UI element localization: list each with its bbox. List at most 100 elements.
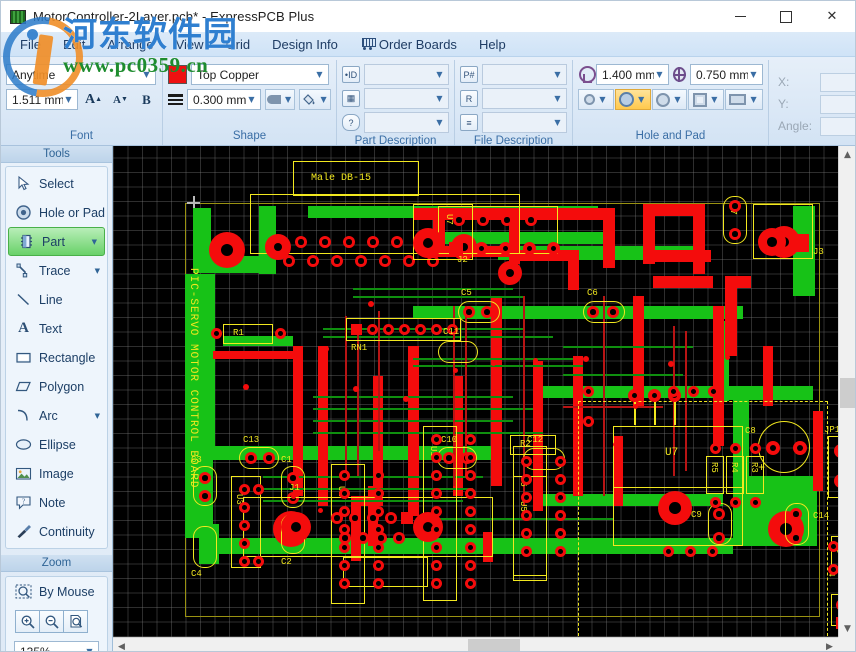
sidebar-item-hole-or-pad[interactable]: Hole or Pad	[6, 198, 107, 227]
large-round-pad-button[interactable]: ▼	[651, 89, 688, 110]
font-grow-button[interactable]: A ▲	[82, 89, 105, 110]
maximize-button[interactable]	[763, 1, 809, 32]
line-width-value: 0.300 mm	[192, 92, 246, 107]
font-size-combo[interactable]: 1.511 mm ▼	[6, 89, 78, 110]
sidebar-item-ellipse[interactable]: Ellipse	[6, 430, 107, 459]
pcb-canvas[interactable]: Male DB-15 PIC-SERVO MOTOR CONTROL BOARD	[113, 146, 838, 637]
sidebar-item-part[interactable]: Part ▼	[8, 227, 105, 256]
y-field[interactable]	[820, 94, 855, 114]
zoom-panel: By Mouse 135% ▼	[5, 576, 108, 651]
minimize-button[interactable]	[717, 1, 763, 32]
vertical-scrollbar-thumb[interactable]	[840, 378, 855, 408]
designator-C11: C11	[443, 327, 460, 337]
chevron-down-icon[interactable]: ▼	[95, 267, 100, 275]
sidebar-item-image[interactable]: Image	[6, 459, 107, 488]
silk-box-U4	[513, 476, 547, 576]
ribbon-group-title: File Description	[473, 135, 554, 147]
x-field[interactable]	[820, 72, 855, 92]
chevron-down-icon: ▼	[554, 117, 561, 127]
menu-item-design-info[interactable]: Design Info	[261, 32, 349, 57]
zoom-fit-button[interactable]	[63, 610, 88, 633]
zoom-level-combo[interactable]: 135% ▼	[14, 641, 99, 651]
menu-item-order-boards[interactable]: Order Boards	[349, 32, 468, 57]
menu-item-edit[interactable]: Edit	[52, 32, 96, 57]
file-revision-combo[interactable]: ▼	[482, 88, 567, 109]
vertical-scrollbar[interactable]: ▲ ▼	[838, 146, 855, 637]
tools-list: Select Hole or Pad Part ▼ Trace ▼ Line A…	[5, 166, 108, 549]
scroll-right-arrow[interactable]: ▶	[821, 638, 838, 652]
font-shrink-button[interactable]: A ▼	[109, 89, 132, 110]
font-size-value: 1.511 mm	[12, 92, 63, 107]
y-label: Y:	[778, 97, 789, 111]
menu-bar: File Edit Arrange View Grid Design Info …	[1, 32, 855, 57]
font-grow-label: A	[84, 91, 96, 107]
part-id-icon: •ID	[342, 66, 360, 83]
small-round-pad-button[interactable]: ▼	[578, 89, 614, 110]
hole-size-value: 0.750 mm	[696, 67, 748, 82]
chevron-down-icon: ▼	[320, 94, 327, 104]
hole-size-icon	[672, 67, 687, 82]
sidebar-item-rectangle[interactable]: Rectangle	[6, 343, 107, 372]
silk-box-C11	[438, 341, 478, 363]
part-id-combo[interactable]: ▼	[364, 64, 449, 85]
sidebar-item-label: Rectangle	[39, 350, 96, 365]
sidebar-item-line[interactable]: Line	[6, 285, 107, 314]
font-style-combo[interactable]: Anytime ▼	[6, 64, 156, 85]
sidebar-item-polygon[interactable]: Polygon	[6, 372, 107, 401]
pad-size-combo[interactable]: 1.400 mm ▼	[595, 64, 669, 85]
menu-item-help[interactable]: Help	[468, 32, 517, 57]
menu-item-file[interactable]: File	[9, 32, 52, 57]
zoom-out-button[interactable]	[39, 610, 64, 633]
file-partnumber-combo[interactable]: ▼	[482, 64, 567, 85]
chevron-down-icon: ▼	[638, 94, 645, 104]
sidebar-item-text[interactable]: A Text	[6, 314, 107, 343]
expresspcb-window: MotorController-2Layer.pcb* - ExpressPCB…	[0, 0, 856, 652]
sidebar-item-select[interactable]: Select	[6, 169, 107, 198]
part-number-combo[interactable]: ▼	[364, 88, 449, 109]
round-pad-button[interactable]: ▼	[614, 89, 651, 110]
line-end-style-button[interactable]: ▼	[264, 89, 296, 110]
sidebar-item-label: Ellipse	[39, 437, 76, 452]
sidebar-item-note[interactable]: ? Note	[6, 488, 107, 517]
chevron-down-icon: ▼	[436, 93, 443, 103]
zoom-by-mouse-button[interactable]: By Mouse	[6, 577, 107, 606]
horizontal-scrollbar[interactable]: ◀ ▶	[113, 637, 838, 652]
menu-item-view[interactable]: View	[165, 32, 215, 57]
rectangular-pad-button[interactable]: ▼	[725, 89, 763, 110]
designator-C1: C1	[281, 455, 292, 465]
scroll-left-arrow[interactable]: ◀	[113, 638, 130, 652]
sidebar-item-arc[interactable]: Arc ▼	[6, 401, 107, 430]
designator-J1: J1	[289, 483, 300, 493]
file-partnumber-icon: P#	[460, 66, 478, 83]
file-list-combo[interactable]: ▼	[482, 112, 567, 133]
menu-item-grid[interactable]: Grid	[215, 32, 262, 57]
layer-combo[interactable]: Top Copper ▼	[191, 64, 329, 85]
hole-size-combo[interactable]: 0.750 mm ▼	[690, 64, 763, 85]
line-width-combo[interactable]: 0.300 mm ▼	[186, 89, 261, 110]
close-button[interactable]: ✕	[809, 1, 855, 32]
font-bold-label: B	[142, 91, 151, 107]
angle-label: Angle:	[778, 119, 813, 133]
silk-box-R2	[510, 435, 556, 455]
menu-item-arrange[interactable]: Arrange	[96, 32, 164, 57]
chevron-down-icon[interactable]: ▼	[92, 238, 97, 246]
shopping-cart-icon	[360, 38, 376, 50]
title-bar: MotorController-2Layer.pcb* - ExpressPCB…	[1, 1, 855, 32]
ribbon-group-hole-and-pad: 1.400 mm ▼ 0.750 mm ▼ ▼ ▼ ▼ ▼ ▼ Hole and…	[573, 60, 769, 145]
sidebar-item-trace[interactable]: Trace ▼	[6, 256, 107, 285]
square-pad-button[interactable]: ▼	[688, 89, 725, 110]
sidebar-item-continuity[interactable]: Continuity	[6, 517, 107, 546]
scroll-down-arrow[interactable]: ▼	[839, 620, 855, 637]
zoom-in-button[interactable]	[15, 610, 40, 633]
chevron-down-icon: ▼	[750, 94, 757, 104]
part-help-combo[interactable]: ▼	[364, 112, 449, 133]
angle-field[interactable]	[820, 116, 855, 136]
layer-color-swatch[interactable]	[168, 65, 187, 84]
horizontal-scrollbar-thumb[interactable]	[468, 639, 520, 651]
silk-box-R1	[223, 324, 273, 344]
scroll-up-arrow[interactable]: ▲	[839, 146, 855, 163]
fill-style-button[interactable]: ▼	[299, 89, 331, 110]
chevron-down-icon[interactable]: ▼	[95, 412, 100, 420]
font-bold-button[interactable]: B	[136, 89, 157, 110]
chevron-down-icon: ▼	[599, 94, 606, 104]
